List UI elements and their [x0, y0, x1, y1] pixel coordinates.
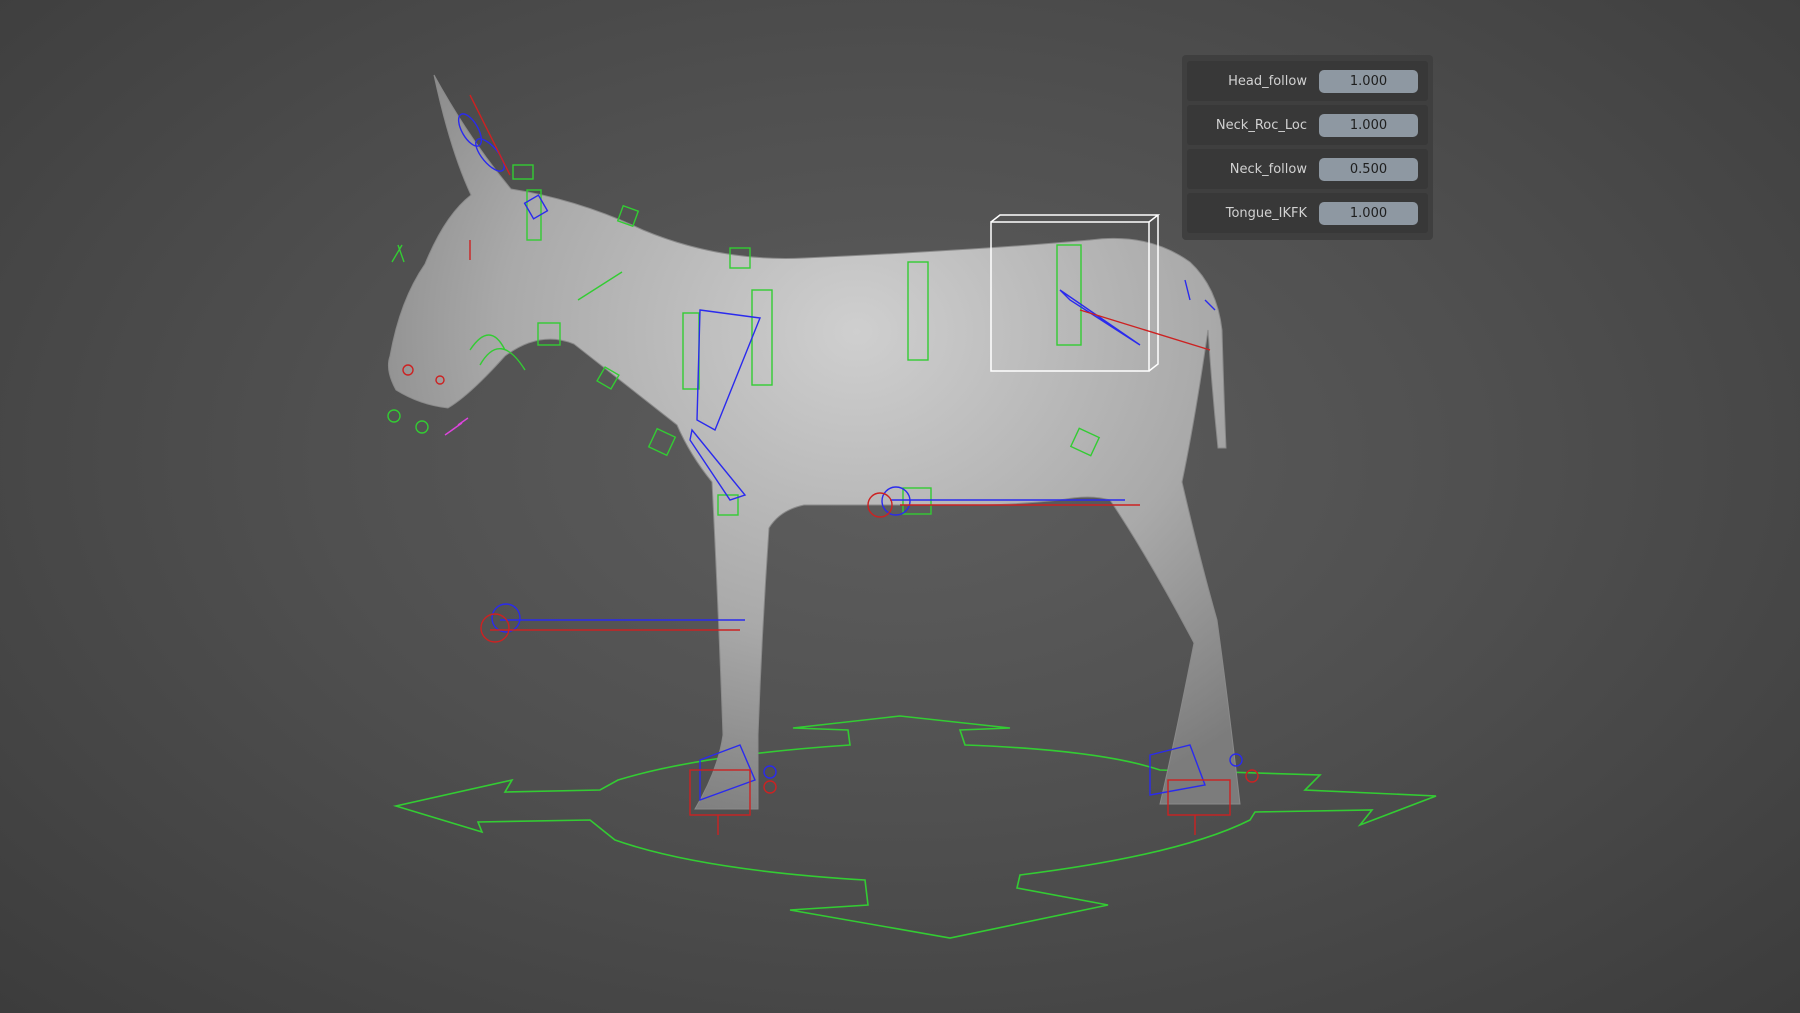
- property-row-neck-roc-loc: Neck_Roc_Loc 1.000: [1187, 105, 1428, 145]
- neck-roc-loc-field[interactable]: 1.000: [1319, 113, 1418, 137]
- root-control[interactable]: [392, 715, 1437, 939]
- donkey-mesh[interactable]: [388, 74, 1241, 810]
- property-label: Head_follow: [1228, 73, 1307, 89]
- property-label: Neck_follow: [1229, 161, 1307, 177]
- neck-follow-field[interactable]: 0.500: [1319, 157, 1418, 181]
- head-follow-field[interactable]: 1.000: [1319, 69, 1418, 93]
- property-row-neck-follow: Neck_follow 0.500: [1187, 149, 1428, 189]
- property-label: Neck_Roc_Loc: [1215, 117, 1307, 133]
- tongue-ikfk-field[interactable]: 1.000: [1319, 201, 1418, 225]
- property-label: Tongue_IKFK: [1225, 205, 1307, 221]
- property-row-tongue-ikfk: Tongue_IKFK 1.000: [1187, 193, 1428, 233]
- property-row-head-follow: Head_follow 1.000: [1187, 61, 1428, 101]
- custom-properties-panel: Head_follow 1.000 Neck_Roc_Loc 1.000 Nec…: [1182, 55, 1433, 240]
- 3d-viewport[interactable]: [0, 0, 1800, 1013]
